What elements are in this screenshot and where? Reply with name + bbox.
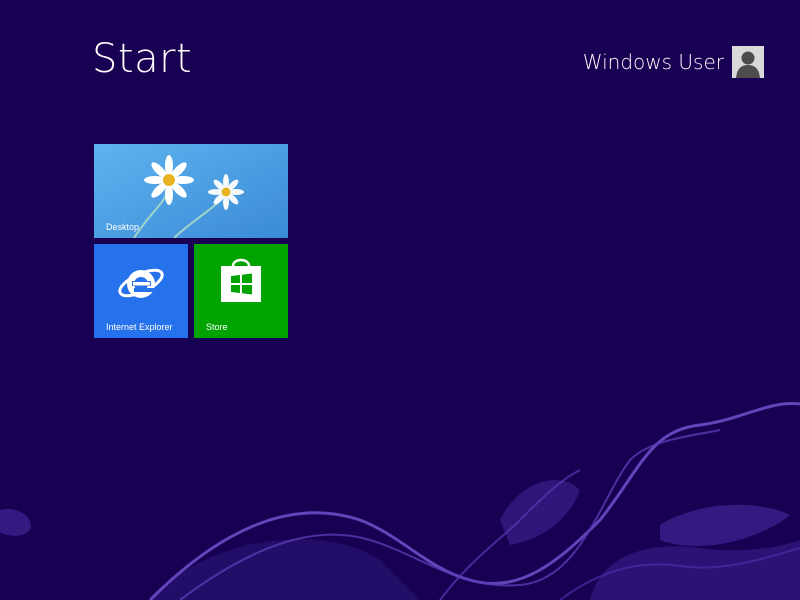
store-bag-icon <box>221 258 261 302</box>
user-avatar-icon <box>732 46 764 78</box>
tile-label-store: Store <box>206 322 228 332</box>
tile-internet-explorer[interactable]: Internet Explorer <box>94 244 188 338</box>
internet-explorer-icon <box>118 268 164 298</box>
tile-desktop[interactable]: Desktop <box>94 144 288 238</box>
user-account[interactable]: Windows User <box>583 46 764 78</box>
tile-label-desktop: Desktop <box>106 222 140 232</box>
tile-label-internet-explorer: Internet Explorer <box>106 322 173 332</box>
tile-store[interactable]: Store <box>194 244 288 338</box>
start-title: Start <box>92 36 193 82</box>
user-name: Windows User <box>582 50 724 74</box>
